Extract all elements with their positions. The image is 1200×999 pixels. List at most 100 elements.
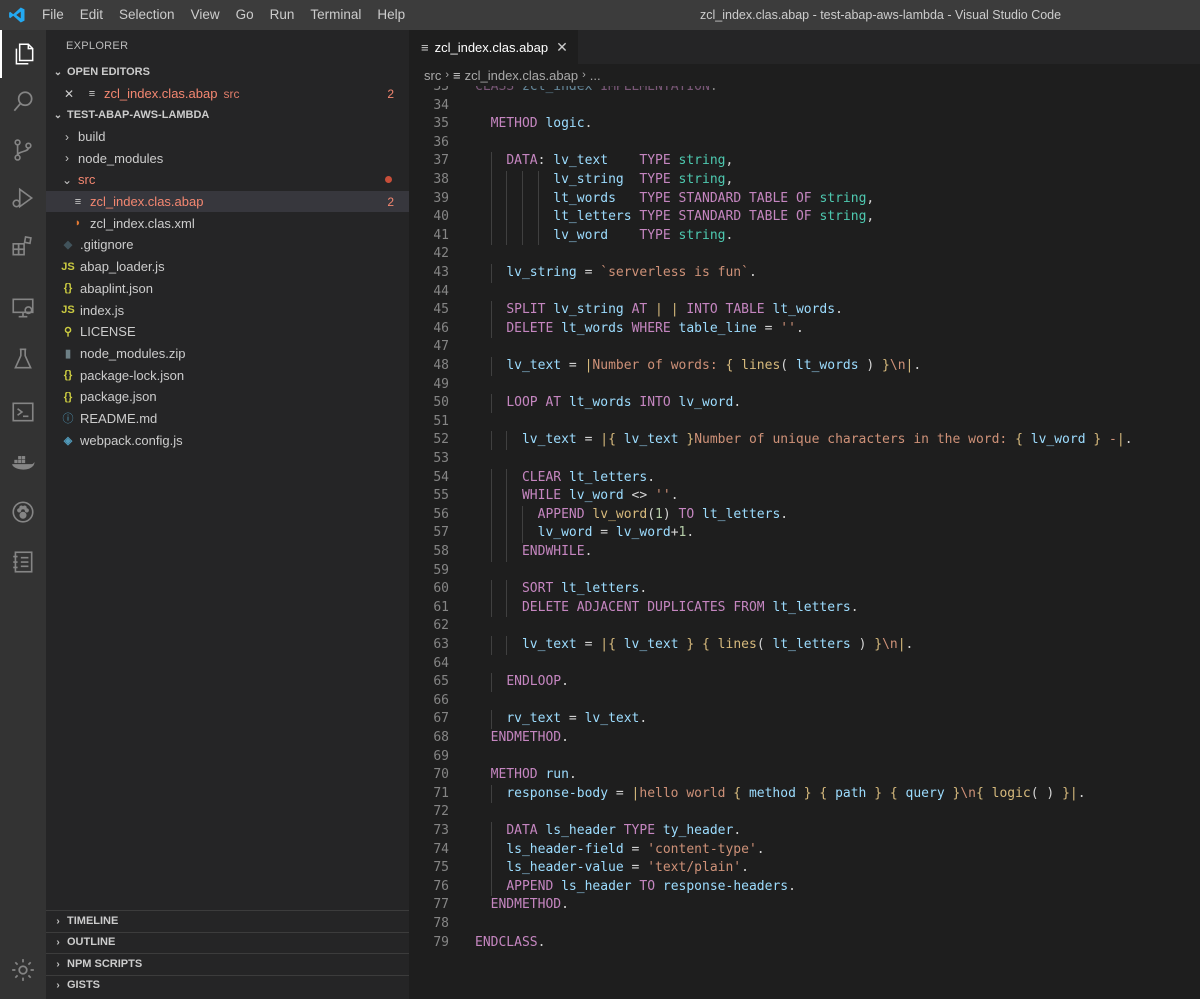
paw-icon[interactable] [0, 488, 46, 536]
tree-file-package-json[interactable]: {} package.json [46, 386, 409, 408]
code-line[interactable]: 62 [409, 617, 1200, 636]
code-line[interactable]: 44 [409, 283, 1200, 302]
tree-file-node-modules-zip[interactable]: ▮ node_modules.zip [46, 343, 409, 365]
code-line[interactable]: 45 SPLIT lv_string AT | | INTO TABLE lt_… [409, 301, 1200, 320]
code-line[interactable]: 46 DELETE lt_words WHERE table_line = ''… [409, 319, 1200, 339]
menu-view[interactable]: View [183, 0, 228, 30]
menu-help[interactable]: Help [369, 0, 413, 30]
gists-header[interactable]: › GISTS [46, 974, 409, 997]
code-line[interactable]: 33 CLASS zcl_index IMPLEMENTATION. [409, 86, 1200, 97]
outline-header[interactable]: › OUTLINE [46, 931, 409, 954]
code-line[interactable]: 54 CLEAR lt_letters. [409, 468, 1200, 488]
code-line[interactable]: 58 ENDWHILE. [409, 543, 1200, 562]
tree-file-webpack-config[interactable]: ◈ webpack.config.js [46, 429, 409, 451]
tab-zcl-index-abap[interactable]: ≡ zcl_index.clas.abap ✕ [409, 30, 578, 64]
code-line[interactable]: 65 ENDLOOP. [409, 673, 1200, 692]
code-line[interactable]: 37 DATA: lv_text TYPE string, [409, 152, 1200, 171]
code-line[interactable]: 63 lv_text = |{ lv_text } { lines( lt_le… [409, 636, 1200, 655]
code-line[interactable]: 55 WHILE lv_word <> ''. [409, 487, 1200, 506]
code-line[interactable]: 47 [409, 338, 1200, 357]
menu-file[interactable]: File [34, 0, 72, 30]
code-line[interactable]: 73 DATA ls_header TYPE ty_header. [409, 822, 1200, 841]
line-number: 36 [433, 134, 449, 150]
code-line[interactable]: 69 [409, 748, 1200, 767]
open-editor-item[interactable]: ✕ ≡ zcl_index.clas.abap src 2 [46, 83, 409, 105]
code-line[interactable]: 75 ls_header-value = 'text/plain'. [409, 859, 1200, 878]
code-line[interactable]: 60 SORT lt_letters. [409, 580, 1200, 599]
timeline-header[interactable]: › TIMELINE [46, 910, 409, 932]
breadcrumb-file[interactable]: zcl_index.clas.abap [465, 68, 578, 83]
open-editors-header[interactable]: ⌄ OPEN EDITORS [46, 62, 409, 83]
settings-gear-icon[interactable] [0, 946, 46, 994]
terminal-icon[interactable] [0, 388, 46, 436]
code-line[interactable]: 64 [409, 655, 1200, 674]
code-line[interactable]: 57 lv_word = lv_word+1. [409, 524, 1200, 543]
tree-folder-node-modules[interactable]: › node_modules [46, 147, 409, 169]
code-line[interactable]: 71 response-body = |hello world { method… [409, 784, 1200, 804]
code-line[interactable]: 50 LOOP AT lt_words INTO lv_word. [409, 394, 1200, 413]
tree-file-abaplint[interactable]: {} abaplint.json [46, 278, 409, 300]
notebook-icon[interactable] [0, 538, 46, 586]
breadcrumb-more[interactable]: ... [590, 68, 601, 83]
code-line[interactable]: 56 APPEND lv_word(1) TO lt_letters. [409, 505, 1200, 525]
source-control-icon[interactable] [0, 126, 46, 174]
docker-icon[interactable] [0, 438, 46, 486]
search-icon[interactable] [0, 78, 46, 126]
menu-run[interactable]: Run [262, 0, 303, 30]
menu-go[interactable]: Go [228, 0, 262, 30]
code-line[interactable]: 79 ENDCLASS. [409, 934, 1200, 953]
code-line[interactable]: 36 [409, 134, 1200, 153]
project-header[interactable]: ⌄ TEST-ABAP-AWS-LAMBDA [46, 105, 409, 126]
code-line[interactable]: 78 [409, 915, 1200, 934]
tree-file-index-js[interactable]: JS index.js [46, 299, 409, 321]
code-line[interactable]: 42 [409, 245, 1200, 264]
tree-file-abap-loader[interactable]: JS abap_loader.js [46, 256, 409, 278]
code-line[interactable]: 41 lv_word TYPE string. [409, 226, 1200, 246]
code-line[interactable]: 53 [409, 450, 1200, 469]
code-line[interactable]: 77 ENDMETHOD. [409, 896, 1200, 915]
tree-file-zcl-index-xml[interactable]: ◗ zcl_index.clas.xml [46, 212, 409, 234]
code-text: APPEND ls_header TO response-headers. [506, 878, 796, 894]
code-line[interactable]: 66 [409, 692, 1200, 711]
code-line[interactable]: 68 ENDMETHOD. [409, 729, 1200, 748]
json-icon: {} [63, 282, 73, 295]
tree-file-gitignore[interactable]: ◆ .gitignore [46, 234, 409, 256]
code-line[interactable]: 74 ls_header-field = 'content-type'. [409, 840, 1200, 860]
code-line[interactable]: 70 METHOD run. [409, 766, 1200, 785]
code-line[interactable]: 52 lv_text = |{ lv_text }Number of uniqu… [409, 431, 1200, 450]
code-line[interactable]: 59 [409, 562, 1200, 581]
menu-terminal[interactable]: Terminal [302, 0, 369, 30]
code-line[interactable]: 40 lt_letters TYPE STANDARD TABLE OF str… [409, 208, 1200, 227]
run-debug-icon[interactable] [0, 174, 46, 222]
extensions-icon[interactable] [0, 222, 46, 270]
tree-folder-build[interactable]: › build [46, 126, 409, 148]
code-line[interactable]: 34 [409, 97, 1200, 116]
code-line[interactable]: 35 METHOD logic. [409, 115, 1200, 134]
menu-edit[interactable]: Edit [72, 0, 111, 30]
tree-file-license[interactable]: ⚲ LICENSE [46, 321, 409, 343]
remote-explorer-icon[interactable] [0, 284, 46, 332]
tree-file-package-lock[interactable]: {} package-lock.json [46, 364, 409, 386]
close-tab-icon[interactable]: ✕ [556, 39, 568, 56]
tree-file-zcl-index-abap[interactable]: ≡ zcl_index.clas.abap 2 [46, 190, 409, 213]
menu-selection[interactable]: Selection [111, 0, 183, 30]
tree-file-readme[interactable]: ⓘ README.md [46, 408, 409, 430]
code-line[interactable]: 48 lv_text = |Number of words: { lines( … [409, 357, 1200, 376]
explorer-icon[interactable] [0, 30, 46, 78]
tree-folder-src[interactable]: ⌄ src [46, 169, 409, 191]
code-line[interactable]: 43 lv_string = `serverless is fun`. [409, 264, 1200, 283]
testing-flask-icon[interactable] [0, 335, 46, 383]
code-editor[interactable]: 33 CLASS zcl_index IMPLEMENTATION. 34 35 ME… [409, 86, 1200, 999]
code-line[interactable]: 61 DELETE ADJACENT DUPLICATES FROM lt_le… [409, 598, 1200, 618]
code-line[interactable]: 67 rv_text = lv_text. [409, 710, 1200, 729]
code-line[interactable]: 72 [409, 803, 1200, 822]
close-icon[interactable]: ✕ [64, 87, 80, 101]
npm-scripts-header[interactable]: › NPM SCRIPTS [46, 953, 409, 975]
code-line[interactable]: 76 APPEND ls_header TO response-headers. [409, 877, 1200, 897]
code-line[interactable]: 51 [409, 413, 1200, 432]
code-line[interactable]: 49 [409, 376, 1200, 395]
line-number: 41 [433, 227, 449, 243]
code-line[interactable]: 38 lv_string TYPE string, [409, 171, 1200, 190]
code-line[interactable]: 39 lt_words TYPE STANDARD TABLE OF strin… [409, 189, 1200, 209]
breadcrumb-folder[interactable]: src [424, 68, 441, 83]
